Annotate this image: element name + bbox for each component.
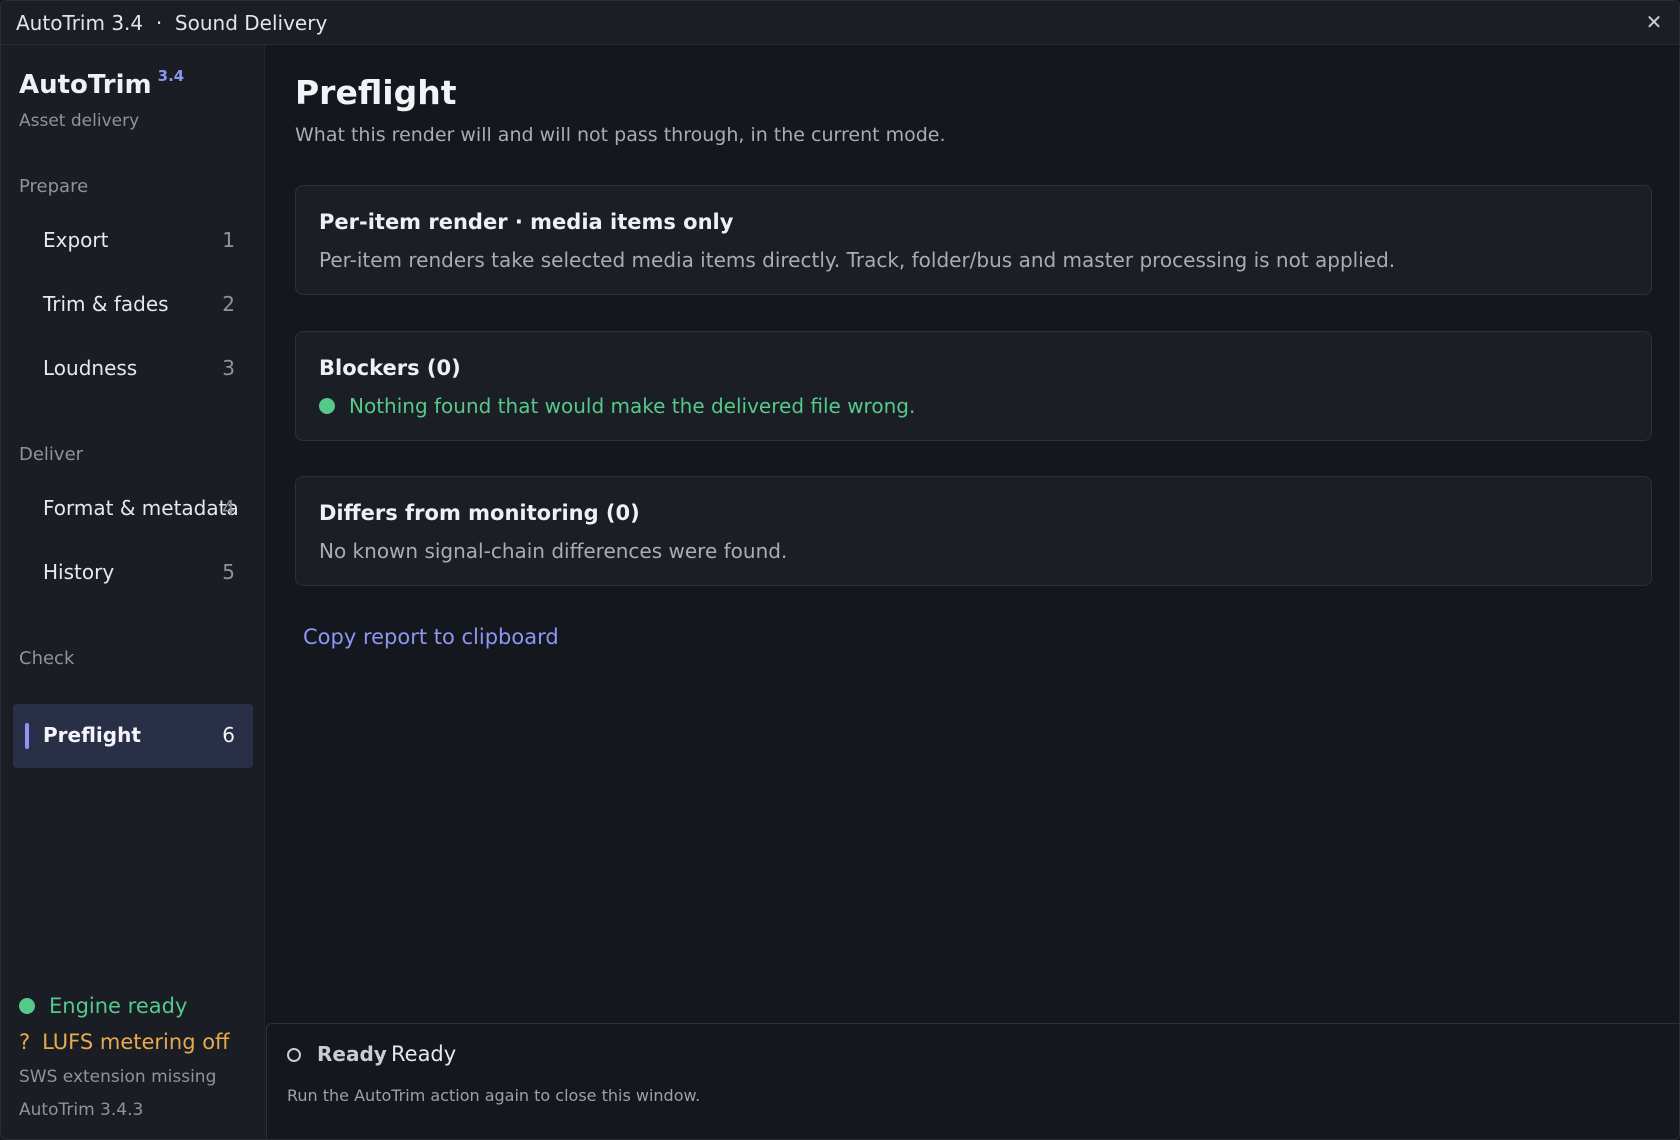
sidebar-item-label: Format & metadata bbox=[43, 496, 239, 520]
engine-status: Engine ready bbox=[19, 994, 187, 1018]
brand: AutoTrim 3.4 bbox=[19, 67, 184, 100]
render-mode-card: Per-item render · media items only Per-i… bbox=[295, 185, 1652, 295]
sidebar-item-label: Export bbox=[43, 228, 109, 252]
active-indicator bbox=[25, 723, 29, 749]
blockers-card: Blockers (0) Nothing found that would ma… bbox=[295, 331, 1652, 441]
sidebar-item-export[interactable]: Export 1 bbox=[13, 209, 253, 273]
sidebar-item-trim-fades[interactable]: Trim & fades 2 bbox=[13, 273, 253, 337]
sws-status: SWS extension missing bbox=[19, 1067, 217, 1087]
status-bar: Ready Ready Run the AutoTrim action agai… bbox=[266, 1023, 1679, 1139]
sidebar-item-number: 4 bbox=[222, 496, 235, 520]
blockers-ok-text: Nothing found that would make the delive… bbox=[349, 394, 916, 418]
card-title: Per-item render · media items only bbox=[319, 210, 734, 234]
sidebar-item-label: Trim & fades bbox=[43, 292, 169, 316]
engine-status-text: Engine ready bbox=[49, 994, 188, 1018]
status-ring-icon bbox=[287, 1048, 301, 1062]
brand-subtitle: Asset delivery bbox=[19, 111, 140, 131]
sidebar-item-number: 3 bbox=[222, 356, 235, 380]
sidebar: AutoTrim 3.4 Asset delivery Prepare Expor… bbox=[1, 45, 265, 1139]
section-label-check: Check bbox=[19, 648, 75, 669]
warning-icon: ? bbox=[19, 1030, 31, 1054]
brand-version: 3.4 bbox=[157, 67, 185, 85]
status-hint: Run the AutoTrim action again to close t… bbox=[287, 1086, 701, 1105]
sidebar-item-history[interactable]: History 5 bbox=[13, 541, 253, 605]
window-title: AutoTrim 3.4 · Sound Delivery bbox=[16, 11, 328, 35]
status-dot-icon bbox=[319, 398, 335, 414]
status-dot-icon bbox=[19, 998, 35, 1014]
page-title: Preflight bbox=[295, 73, 457, 112]
status-message: Ready bbox=[391, 1042, 457, 1066]
page-subtitle: What this render will and will not pass … bbox=[295, 124, 946, 146]
card-title: Differs from monitoring (0) bbox=[319, 501, 640, 525]
app-window: AutoTrim 3.4 · Sound Delivery ✕ AutoTrim… bbox=[0, 0, 1680, 1140]
copy-report-link[interactable]: Copy report to clipboard bbox=[303, 625, 559, 649]
main-content: Preflight What this render will and will… bbox=[266, 45, 1679, 1025]
card-body: Per-item renders take selected media ite… bbox=[319, 248, 1396, 272]
title-bar: AutoTrim 3.4 · Sound Delivery ✕ bbox=[1, 1, 1679, 45]
card-title: Blockers (0) bbox=[319, 356, 461, 380]
sidebar-item-number: 5 bbox=[222, 560, 235, 584]
card-body: Nothing found that would make the delive… bbox=[319, 394, 915, 418]
section-label-deliver: Deliver bbox=[19, 444, 84, 465]
card-body: No known signal-chain differences were f… bbox=[319, 539, 788, 563]
lufs-status: ? LUFS metering off bbox=[19, 1030, 230, 1054]
lufs-status-text: LUFS metering off bbox=[42, 1030, 230, 1054]
sidebar-item-label: History bbox=[43, 560, 115, 584]
close-icon[interactable]: ✕ bbox=[1641, 9, 1667, 35]
sidebar-item-format-metadata[interactable]: Format & metadata 4 bbox=[13, 477, 253, 541]
sidebar-item-loudness[interactable]: Loudness 3 bbox=[13, 337, 253, 401]
sidebar-item-number: 1 bbox=[222, 228, 235, 252]
build-version: AutoTrim 3.4.3 bbox=[19, 1100, 144, 1120]
sidebar-item-label: Loudness bbox=[43, 356, 138, 380]
status-state: Ready bbox=[317, 1042, 387, 1066]
monitoring-diff-card: Differs from monitoring (0) No known sig… bbox=[295, 476, 1652, 586]
sidebar-item-number: 2 bbox=[222, 292, 235, 316]
section-label-prepare: Prepare bbox=[19, 176, 89, 197]
brand-name: AutoTrim bbox=[19, 70, 152, 100]
sidebar-item-label: Preflight bbox=[43, 723, 141, 747]
sidebar-item-number: 6 bbox=[222, 723, 235, 747]
sidebar-item-preflight[interactable]: Preflight 6 bbox=[13, 704, 253, 768]
